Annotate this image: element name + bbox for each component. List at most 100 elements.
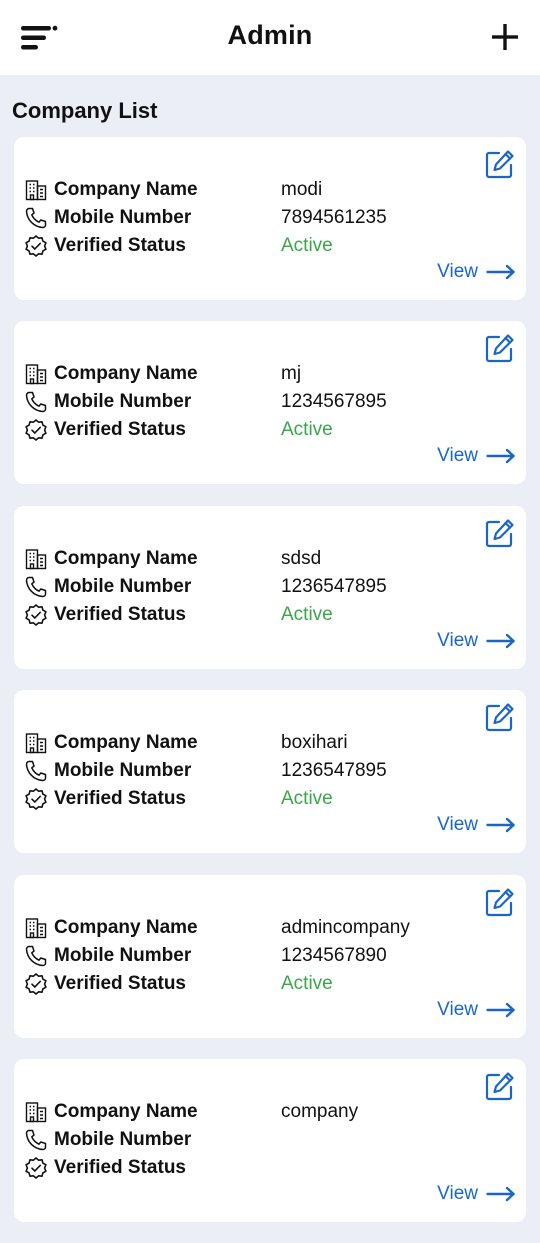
verified-status-label: Verified Status	[54, 1156, 186, 1178]
company-name-label: Company Name	[54, 732, 198, 754]
view-label: View	[437, 998, 478, 1020]
company-card: Company Name admincompany Mobile Number …	[14, 874, 526, 1038]
arrow-right-icon	[486, 449, 515, 464]
mobile-number-label: Mobile Number	[54, 760, 192, 782]
company-name-value: modi	[281, 179, 323, 200]
verified-badge-icon	[24, 1156, 48, 1180]
view-button[interactable]: View	[437, 999, 516, 1021]
edit-button[interactable]	[484, 886, 516, 918]
edit-icon	[485, 703, 514, 732]
view-label: View	[437, 629, 478, 651]
verified-badge-icon	[24, 787, 48, 811]
mobile-number-row: Mobile Number 1236547895	[24, 758, 387, 784]
edit-button[interactable]	[484, 1070, 516, 1102]
edit-icon	[485, 887, 514, 916]
company-name-value: mj	[281, 363, 302, 385]
company-name-label: Company Name	[54, 363, 198, 385]
company-name-label: Company Name	[54, 916, 198, 938]
building-icon	[24, 547, 48, 571]
verified-status-label: Verified Status	[54, 603, 186, 625]
company-name-row: Company Name boxihari	[24, 730, 348, 756]
view-label: View	[437, 814, 478, 836]
company-name-value: sdsd	[281, 547, 322, 569]
verified-badge-icon	[24, 418, 48, 442]
verified-status-row: Verified Status Active	[24, 417, 333, 443]
verified-status-value: Active	[281, 972, 333, 994]
mobile-number-value: 1236547895	[281, 575, 387, 597]
company-name-row: Company Name mj	[24, 361, 301, 387]
verified-status-value: Active	[281, 235, 333, 256]
phone-icon	[24, 759, 48, 783]
view-button[interactable]: View	[437, 261, 516, 283]
edit-button[interactable]	[484, 701, 516, 733]
verified-status-label: Verified Status	[54, 235, 186, 256]
arrow-right-icon	[486, 1002, 515, 1017]
verified-status-label: Verified Status	[54, 972, 186, 994]
company-card: Company Name modi Mobile Number 78945612…	[14, 137, 526, 300]
company-card: Company Name mj Mobile Number 1234567895…	[14, 321, 526, 485]
building-icon	[24, 362, 48, 386]
phone-icon	[24, 206, 48, 230]
verified-status-row: Verified Status Active	[24, 786, 333, 812]
page-title: Admin	[227, 20, 313, 50]
mobile-number-row: Mobile Number 7894561235	[24, 205, 387, 231]
mobile-number-value: 7894561235	[281, 207, 387, 228]
company-name-row: Company Name sdsd	[24, 546, 321, 572]
verified-status-row: Verified Status Active	[24, 971, 333, 997]
mobile-number-label: Mobile Number	[54, 575, 192, 597]
verified-badge-icon	[24, 603, 48, 627]
edit-icon	[485, 1072, 514, 1101]
edit-button[interactable]	[484, 332, 516, 364]
verified-status-label: Verified Status	[54, 788, 186, 810]
mobile-number-label: Mobile Number	[54, 207, 192, 228]
company-card: Company Name company Mobile Number Verif…	[14, 1058, 526, 1222]
view-button[interactable]: View	[437, 445, 516, 467]
building-icon	[24, 178, 48, 202]
phone-icon	[24, 944, 48, 968]
building-icon	[24, 731, 48, 755]
company-name-value: boxihari	[281, 732, 348, 754]
arrow-right-icon	[486, 633, 515, 648]
edit-icon	[485, 334, 514, 363]
view-label: View	[437, 1182, 478, 1204]
company-name-row: Company Name admincompany	[24, 915, 410, 941]
app-bar: Admin	[0, 0, 540, 75]
company-name-label: Company Name	[54, 179, 198, 200]
company-name-row: Company Name modi	[24, 177, 322, 203]
verified-badge-icon	[24, 234, 48, 258]
company-list: Company Name modi Mobile Number 78945612…	[14, 137, 526, 1243]
edit-button[interactable]	[484, 148, 516, 180]
company-card: Company Name boxihari Mobile Number 1236…	[14, 690, 526, 854]
edit-button[interactable]	[484, 517, 516, 549]
section-title: Company List	[12, 98, 158, 123]
mobile-number-row: Mobile Number 1234567895	[24, 389, 387, 415]
edit-icon	[485, 150, 514, 179]
mobile-number-value: 1236547895	[281, 760, 387, 782]
verified-status-value: Active	[281, 788, 333, 810]
verified-badge-icon	[24, 972, 48, 996]
view-button[interactable]: View	[437, 814, 516, 836]
arrow-right-icon	[486, 817, 515, 833]
view-label: View	[437, 261, 478, 282]
mobile-number-value: 1234567895	[281, 391, 387, 413]
arrow-right-icon	[486, 1186, 515, 1202]
mobile-number-label: Mobile Number	[54, 944, 192, 966]
verified-status-value: Active	[281, 603, 333, 625]
view-button[interactable]: View	[437, 630, 516, 652]
mobile-number-label: Mobile Number	[54, 391, 192, 413]
add-company-button[interactable]	[488, 20, 522, 54]
view-button[interactable]: View	[437, 1183, 516, 1205]
phone-icon	[24, 1128, 48, 1152]
view-label: View	[437, 445, 478, 467]
company-card: Company Name sdsd Mobile Number 12365478…	[14, 505, 526, 669]
phone-icon	[24, 390, 48, 414]
building-icon	[24, 916, 48, 940]
mobile-number-value: 1234567890	[281, 944, 387, 966]
verified-status-label: Verified Status	[54, 419, 186, 441]
mobile-number-row: Mobile Number 1234567890	[24, 943, 387, 969]
verified-status-row: Verified Status Active	[24, 602, 333, 628]
company-name-label: Company Name	[54, 547, 198, 569]
arrow-right-icon	[486, 264, 515, 280]
mobile-number-label: Mobile Number	[54, 1128, 192, 1150]
verified-status-row: Verified Status	[24, 1155, 186, 1181]
